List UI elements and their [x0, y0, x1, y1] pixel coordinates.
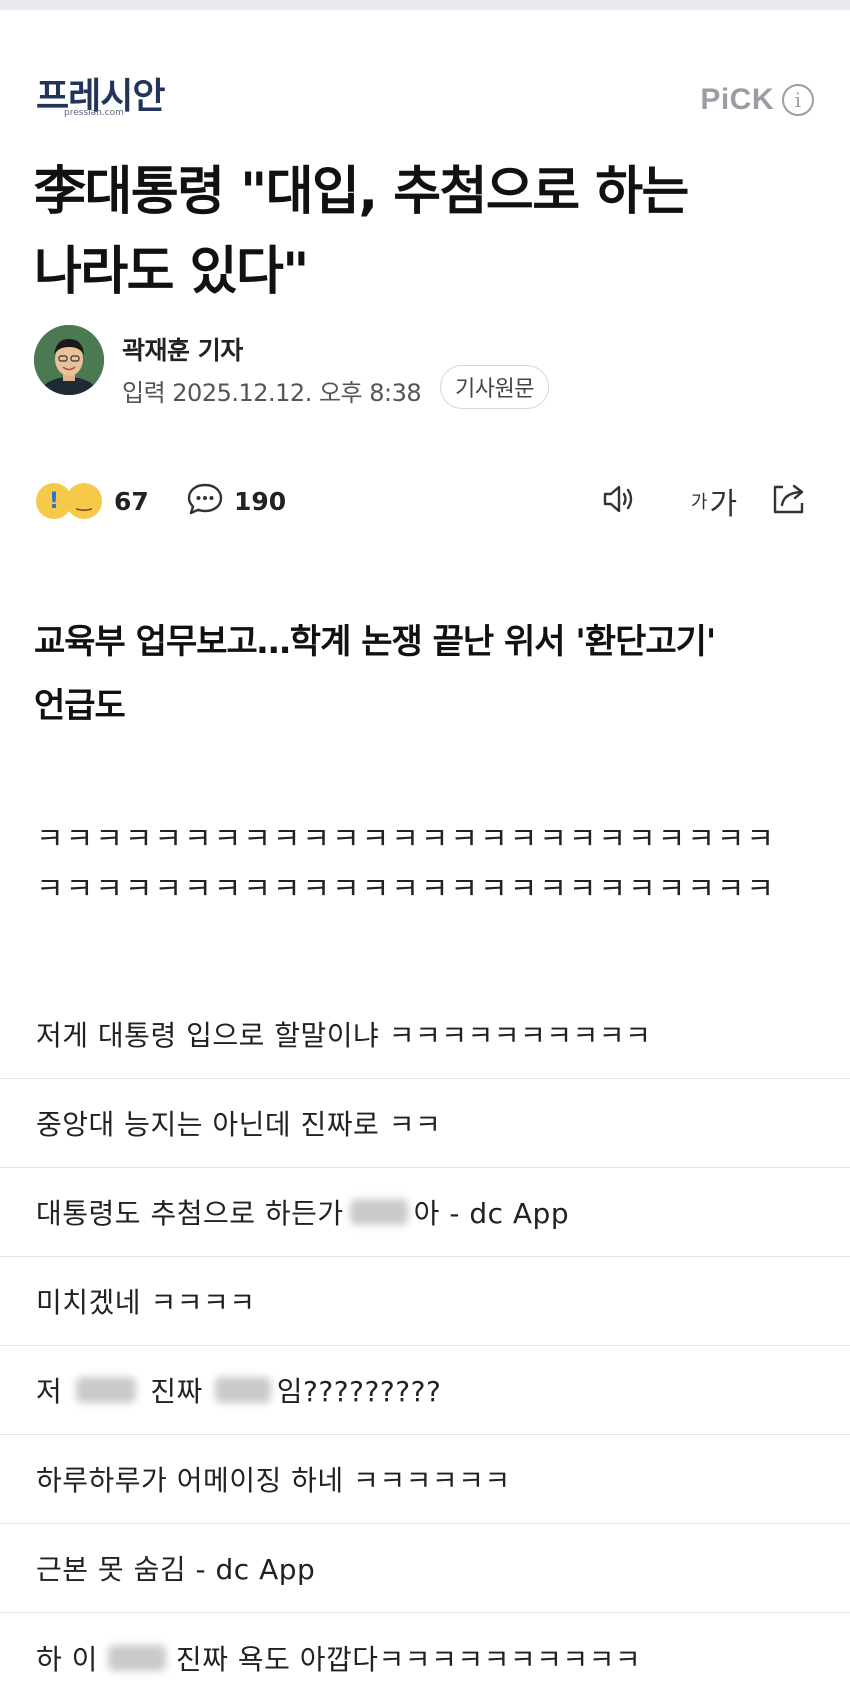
comment-item[interactable]: 하루하루가 어메이징 하네 ㅋㅋㅋㅋㅋㅋ	[0, 1435, 850, 1524]
published-date: 입력 2025.12.12. 오후 8:38	[122, 379, 422, 407]
comment-button[interactable]: 190	[186, 478, 286, 524]
original-article-button[interactable]: 기사원문	[440, 365, 549, 409]
comment-item[interactable]: 중앙대 능지는 아닌데 진짜로 ㅋㅋ	[0, 1079, 850, 1168]
comment-text: 하루하루가 어메이징 하네 ㅋㅋㅋㅋㅋㅋ	[36, 1464, 511, 1497]
publisher-logo-sub: pressian.com	[64, 108, 124, 118]
comment-text: 근본 못 숨김 - dc App	[36, 1553, 316, 1586]
comment-text: 대통령도 추첨으로 하든가	[36, 1197, 344, 1230]
subhead-line-1: 교육부 업무보고…학계 논쟁 끝난 위서 '환단고기'	[34, 622, 716, 662]
font-size-button[interactable]: 가가	[684, 478, 744, 524]
share-icon	[769, 479, 809, 523]
censored-word	[349, 1199, 408, 1225]
article-action-bar: ! ‿ 67 190 가가	[36, 478, 814, 524]
comment-text: 아 - dc App	[413, 1197, 570, 1230]
subhead-line-2: 언급도	[34, 686, 126, 726]
article-headline: 李대통령 "대입, 추첨으로 하는 나라도 있다"	[34, 152, 824, 312]
pick-badge[interactable]: PiCK i	[700, 82, 814, 118]
author-avatar[interactable]	[34, 325, 104, 395]
info-icon[interactable]: i	[782, 84, 814, 116]
comment-text: 진짜	[150, 1375, 203, 1408]
comment-text: 미치겠네 ㅋㅋㅋㅋ	[36, 1286, 256, 1319]
smile-emoji-icon: ‿	[66, 483, 102, 519]
headline-line-1: 李대통령 "대입, 추첨으로 하는	[34, 162, 689, 222]
comment-text: 임?????????	[276, 1375, 442, 1408]
reaction-count: 67	[114, 486, 149, 516]
comment-text: 저게 대통령 입으로 할말이냐 ㅋㅋㅋㅋㅋㅋㅋㅋㅋㅋ	[36, 1019, 652, 1052]
text-to-speech-button[interactable]	[596, 478, 642, 524]
comment-item[interactable]: 저 진짜 임?????????	[0, 1346, 850, 1435]
pick-label: PiCK	[700, 83, 774, 116]
comment-count: 190	[234, 486, 287, 516]
share-button[interactable]	[766, 478, 812, 524]
comment-item[interactable]: 대통령도 추첨으로 하든가 아 - dc App	[0, 1168, 850, 1257]
font-size-small-glyph: 가	[690, 492, 708, 513]
comment-item[interactable]: 근본 못 숨김 - dc App	[0, 1524, 850, 1613]
censored-word	[76, 1377, 137, 1403]
publisher-logo[interactable]: 프레시안 pressian.com	[36, 78, 166, 124]
article-subheadline: 교육부 업무보고…학계 논쟁 끝난 위서 '환단고기' 언급도	[34, 610, 824, 738]
laugh-line: ㅋㅋㅋㅋㅋㅋㅋㅋㅋㅋㅋㅋㅋㅋㅋㅋㅋㅋㅋㅋㅋㅋㅋㅋㅋ	[36, 872, 776, 907]
censored-word	[214, 1377, 271, 1403]
comment-list: 저게 대통령 입으로 할말이냐 ㅋㅋㅋㅋㅋㅋㅋㅋㅋㅋ 중앙대 능지는 아닌데 진…	[0, 990, 850, 1702]
laugh-text-block: ㅋㅋㅋㅋㅋㅋㅋㅋㅋㅋㅋㅋㅋㅋㅋㅋㅋㅋㅋㅋㅋㅋㅋㅋㅋ ㅋㅋㅋㅋㅋㅋㅋㅋㅋㅋㅋㅋㅋㅋ…	[36, 815, 850, 915]
top-status-strip	[0, 0, 850, 10]
comment-text: 진짜 욕도 아깝다ㅋㅋㅋㅋㅋㅋㅋㅋㅋㅋ	[175, 1642, 642, 1676]
article-header: 프레시안 pressian.com PiCK i	[36, 78, 814, 128]
comment-item[interactable]: 저게 대통령 입으로 할말이냐 ㅋㅋㅋㅋㅋㅋㅋㅋㅋㅋ	[0, 990, 850, 1079]
comment-item[interactable]: 미치겠네 ㅋㅋㅋㅋ	[0, 1257, 850, 1346]
byline: 곽재훈 기자 입력 2025.12.12. 오후 8:38 기사원문	[34, 325, 814, 409]
headline-line-2: 나라도 있다"	[34, 242, 309, 302]
comment-bubble-icon	[186, 480, 224, 522]
censored-word	[107, 1644, 166, 1671]
reaction-button[interactable]: ! ‿ 67	[36, 478, 149, 524]
font-size-large-glyph: 가	[709, 487, 738, 522]
comment-text: 저	[36, 1375, 63, 1408]
author-name[interactable]: 곽재훈 기자	[122, 331, 243, 367]
speaker-icon	[599, 479, 639, 523]
comment-text: 하 이	[36, 1642, 98, 1676]
comment-text: 중앙대 능지는 아닌데 진짜로 ㅋㅋ	[36, 1108, 442, 1141]
comment-item[interactable]: 하 이 진짜 욕도 아깝다ㅋㅋㅋㅋㅋㅋㅋㅋㅋㅋ	[0, 1613, 850, 1702]
laugh-line: ㅋㅋㅋㅋㅋㅋㅋㅋㅋㅋㅋㅋㅋㅋㅋㅋㅋㅋㅋㅋㅋㅋㅋㅋㅋ	[36, 822, 776, 857]
